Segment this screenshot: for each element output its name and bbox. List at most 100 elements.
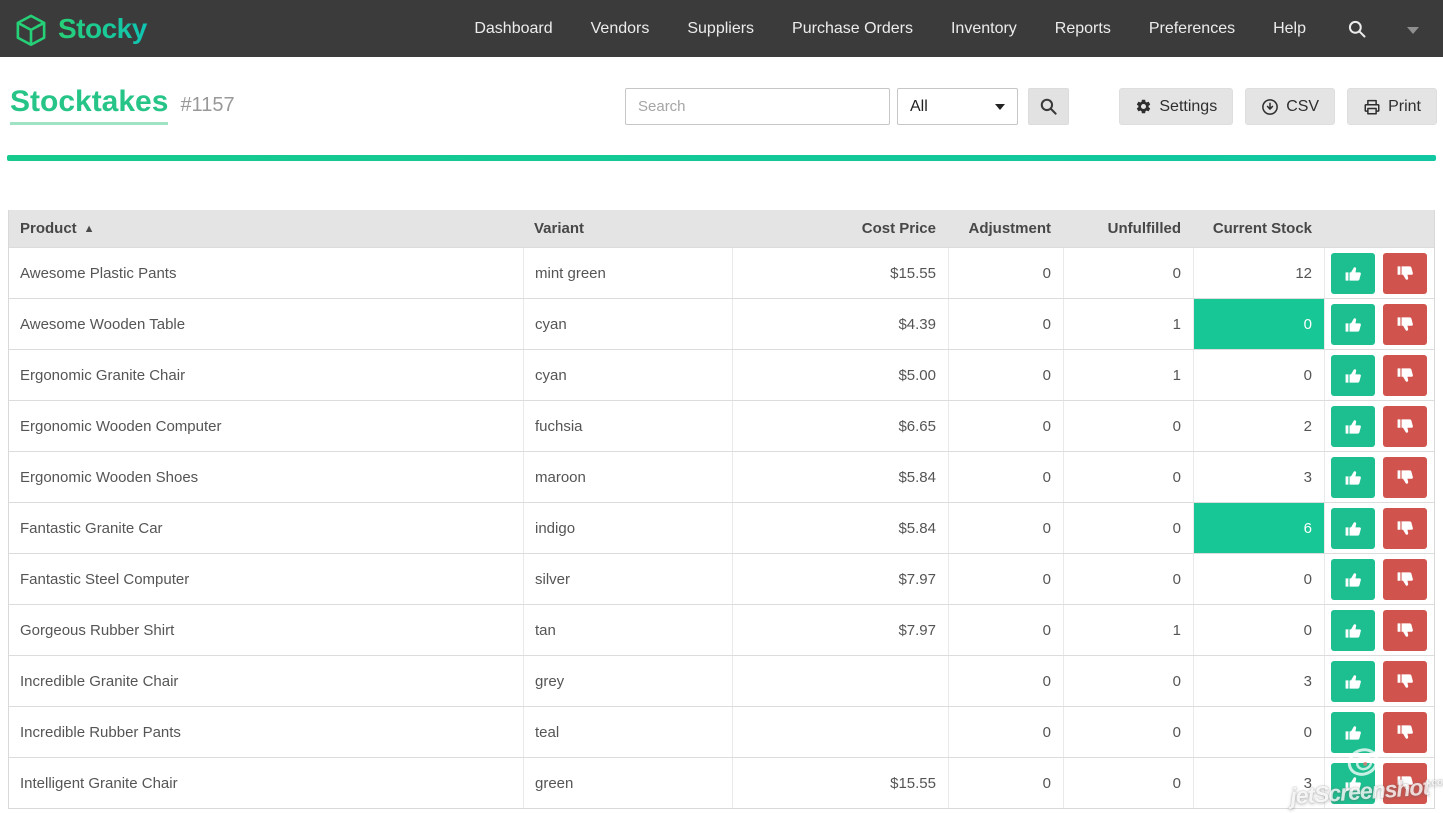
adjustment-cell: 0 xyxy=(948,554,1063,604)
current-stock-cell: 2 xyxy=(1193,401,1324,451)
nav-item-reports[interactable]: Reports xyxy=(1036,0,1130,57)
table-row: Fantastic Steel Computer silver $7.97 0 … xyxy=(9,553,1434,604)
variant-cell: mint green xyxy=(523,248,732,298)
printer-icon xyxy=(1363,98,1381,116)
variant-cell: teal xyxy=(523,707,732,757)
filter-dropdown[interactable]: All xyxy=(897,88,1018,125)
current-stock-cell: 0 xyxy=(1193,299,1324,349)
search-icon xyxy=(1039,97,1058,116)
nav-item-vendors[interactable]: Vendors xyxy=(572,0,669,57)
thumbs-down-icon xyxy=(1396,417,1415,436)
row-actions xyxy=(1324,401,1434,451)
variant-cell: cyan xyxy=(523,350,732,400)
unfulfilled-cell: 1 xyxy=(1063,350,1193,400)
column-header-product[interactable]: Product ▲ xyxy=(9,220,523,237)
table-row: Incredible Granite Chair grey 0 0 3 xyxy=(9,655,1434,706)
cost-price-cell: $7.97 xyxy=(732,554,948,604)
account-menu-caret-icon[interactable] xyxy=(1407,27,1419,34)
thumbs-down-button[interactable] xyxy=(1383,508,1427,549)
stocktake-table: Product ▲ Variant Cost Price Adjustment … xyxy=(8,210,1435,809)
unfulfilled-cell: 0 xyxy=(1063,554,1193,604)
product-cell: Ergonomic Wooden Computer xyxy=(9,401,523,451)
cost-price-cell: $15.55 xyxy=(732,248,948,298)
thumbs-down-button[interactable] xyxy=(1383,457,1427,498)
nav-item-inventory[interactable]: Inventory xyxy=(932,0,1036,57)
variant-cell: grey xyxy=(523,656,732,706)
current-stock-cell: 3 xyxy=(1193,452,1324,502)
nav-item-purchase-orders[interactable]: Purchase Orders xyxy=(773,0,932,57)
unfulfilled-cell: 0 xyxy=(1063,707,1193,757)
adjustment-cell: 0 xyxy=(948,452,1063,502)
current-stock-cell: 3 xyxy=(1193,656,1324,706)
stocktake-number: #1157 xyxy=(180,94,234,117)
thumbs-down-button[interactable] xyxy=(1383,253,1427,294)
thumbs-up-button[interactable] xyxy=(1331,661,1375,702)
column-header-unfulfilled[interactable]: Unfulfilled xyxy=(1063,220,1193,237)
table-row: Gorgeous Rubber Shirt tan $7.97 0 1 0 xyxy=(9,604,1434,655)
settings-button[interactable]: Settings xyxy=(1119,88,1233,125)
filter-selected-value: All xyxy=(910,98,928,116)
column-header-variant[interactable]: Variant xyxy=(523,220,732,237)
row-actions xyxy=(1324,758,1434,808)
nav-search-icon[interactable] xyxy=(1325,19,1389,39)
row-actions xyxy=(1324,503,1434,553)
sort-ascending-icon: ▲ xyxy=(84,223,95,235)
thumbs-up-button[interactable] xyxy=(1331,253,1375,294)
download-circle-icon xyxy=(1261,98,1279,116)
product-cell: Ergonomic Wooden Shoes xyxy=(9,452,523,502)
row-actions xyxy=(1324,707,1434,757)
thumbs-up-button[interactable] xyxy=(1331,355,1375,396)
nav-item-suppliers[interactable]: Suppliers xyxy=(668,0,773,57)
thumbs-up-icon xyxy=(1344,366,1363,385)
current-stock-cell: 6 xyxy=(1193,503,1324,553)
adjustment-cell: 0 xyxy=(948,605,1063,655)
nav-item-preferences[interactable]: Preferences xyxy=(1130,0,1254,57)
search-submit-button[interactable] xyxy=(1028,88,1069,125)
cost-price-cell: $5.84 xyxy=(732,452,948,502)
thumbs-down-button[interactable] xyxy=(1383,610,1427,651)
page-title[interactable]: Stocktakes xyxy=(10,85,168,125)
thumbs-down-button[interactable] xyxy=(1383,559,1427,600)
thumbs-up-button[interactable] xyxy=(1331,457,1375,498)
thumbs-down-icon xyxy=(1396,519,1415,538)
thumbs-down-button[interactable] xyxy=(1383,712,1427,753)
thumbs-down-icon xyxy=(1396,672,1415,691)
thumbs-down-button[interactable] xyxy=(1383,661,1427,702)
row-actions xyxy=(1324,452,1434,502)
thumbs-up-button[interactable] xyxy=(1331,508,1375,549)
stocky-logo[interactable]: Stocky xyxy=(10,8,147,50)
table-row: Ergonomic Granite Chair cyan $5.00 0 1 0 xyxy=(9,349,1434,400)
search-input[interactable] xyxy=(625,88,890,125)
nav-item-help[interactable]: Help xyxy=(1254,0,1325,57)
adjustment-cell: 0 xyxy=(948,299,1063,349)
thumbs-down-button[interactable] xyxy=(1383,406,1427,447)
table-row: Ergonomic Wooden Shoes maroon $5.84 0 0 … xyxy=(9,451,1434,502)
thumbs-up-button[interactable] xyxy=(1331,304,1375,345)
thumbs-up-button[interactable] xyxy=(1331,406,1375,447)
thumbs-up-icon xyxy=(1344,468,1363,487)
product-cell: Fantastic Granite Car xyxy=(9,503,523,553)
column-header-cost-price[interactable]: Cost Price xyxy=(732,220,948,237)
thumbs-up-icon xyxy=(1344,672,1363,691)
thumbs-up-button[interactable] xyxy=(1331,712,1375,753)
column-header-current-stock[interactable]: Current Stock xyxy=(1193,220,1324,237)
product-cell: Awesome Plastic Pants xyxy=(9,248,523,298)
thumbs-down-button[interactable] xyxy=(1383,763,1427,804)
table-header-row: Product ▲ Variant Cost Price Adjustment … xyxy=(9,210,1434,247)
top-navbar: Stocky Dashboard Vendors Suppliers Purch… xyxy=(0,0,1443,57)
csv-export-button[interactable]: CSV xyxy=(1245,88,1335,125)
unfulfilled-cell: 0 xyxy=(1063,452,1193,502)
column-header-adjustment[interactable]: Adjustment xyxy=(948,220,1063,237)
thumbs-up-button[interactable] xyxy=(1331,559,1375,600)
thumbs-down-button[interactable] xyxy=(1383,355,1427,396)
thumbs-down-icon xyxy=(1396,315,1415,334)
cost-price-cell: $6.65 xyxy=(732,401,948,451)
current-stock-cell: 0 xyxy=(1193,605,1324,655)
thumbs-up-button[interactable] xyxy=(1331,763,1375,804)
unfulfilled-cell: 0 xyxy=(1063,248,1193,298)
thumbs-up-button[interactable] xyxy=(1331,610,1375,651)
print-button[interactable]: Print xyxy=(1347,88,1437,125)
nav-item-dashboard[interactable]: Dashboard xyxy=(455,0,571,57)
variant-cell: green xyxy=(523,758,732,808)
thumbs-down-button[interactable] xyxy=(1383,304,1427,345)
